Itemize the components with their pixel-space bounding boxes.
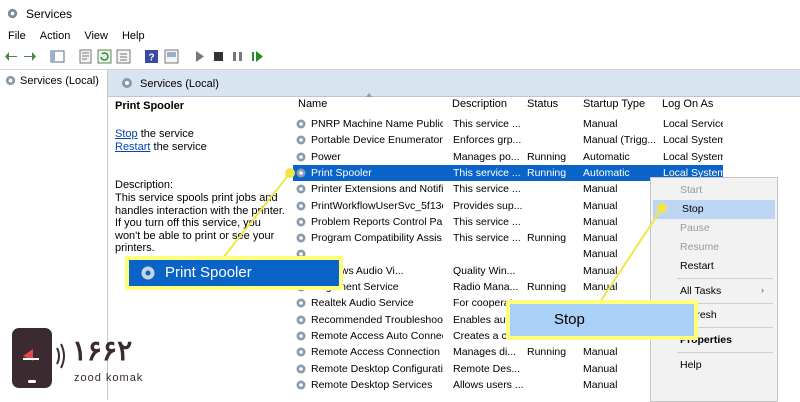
callout-stop: Stop xyxy=(506,300,698,340)
callout-service-label: Print Spooler xyxy=(165,264,252,281)
logo-number: ۱۶۶۲ xyxy=(72,335,133,366)
gear-icon xyxy=(141,266,155,280)
callout-service-name: Print Spooler xyxy=(125,256,343,290)
logo-brand: zood komak xyxy=(74,372,144,384)
phone-logo-icon xyxy=(12,328,65,388)
callout-stop-label: Stop xyxy=(554,311,585,328)
brand-logo: ۱۶۶۲ zood komak xyxy=(0,326,150,400)
